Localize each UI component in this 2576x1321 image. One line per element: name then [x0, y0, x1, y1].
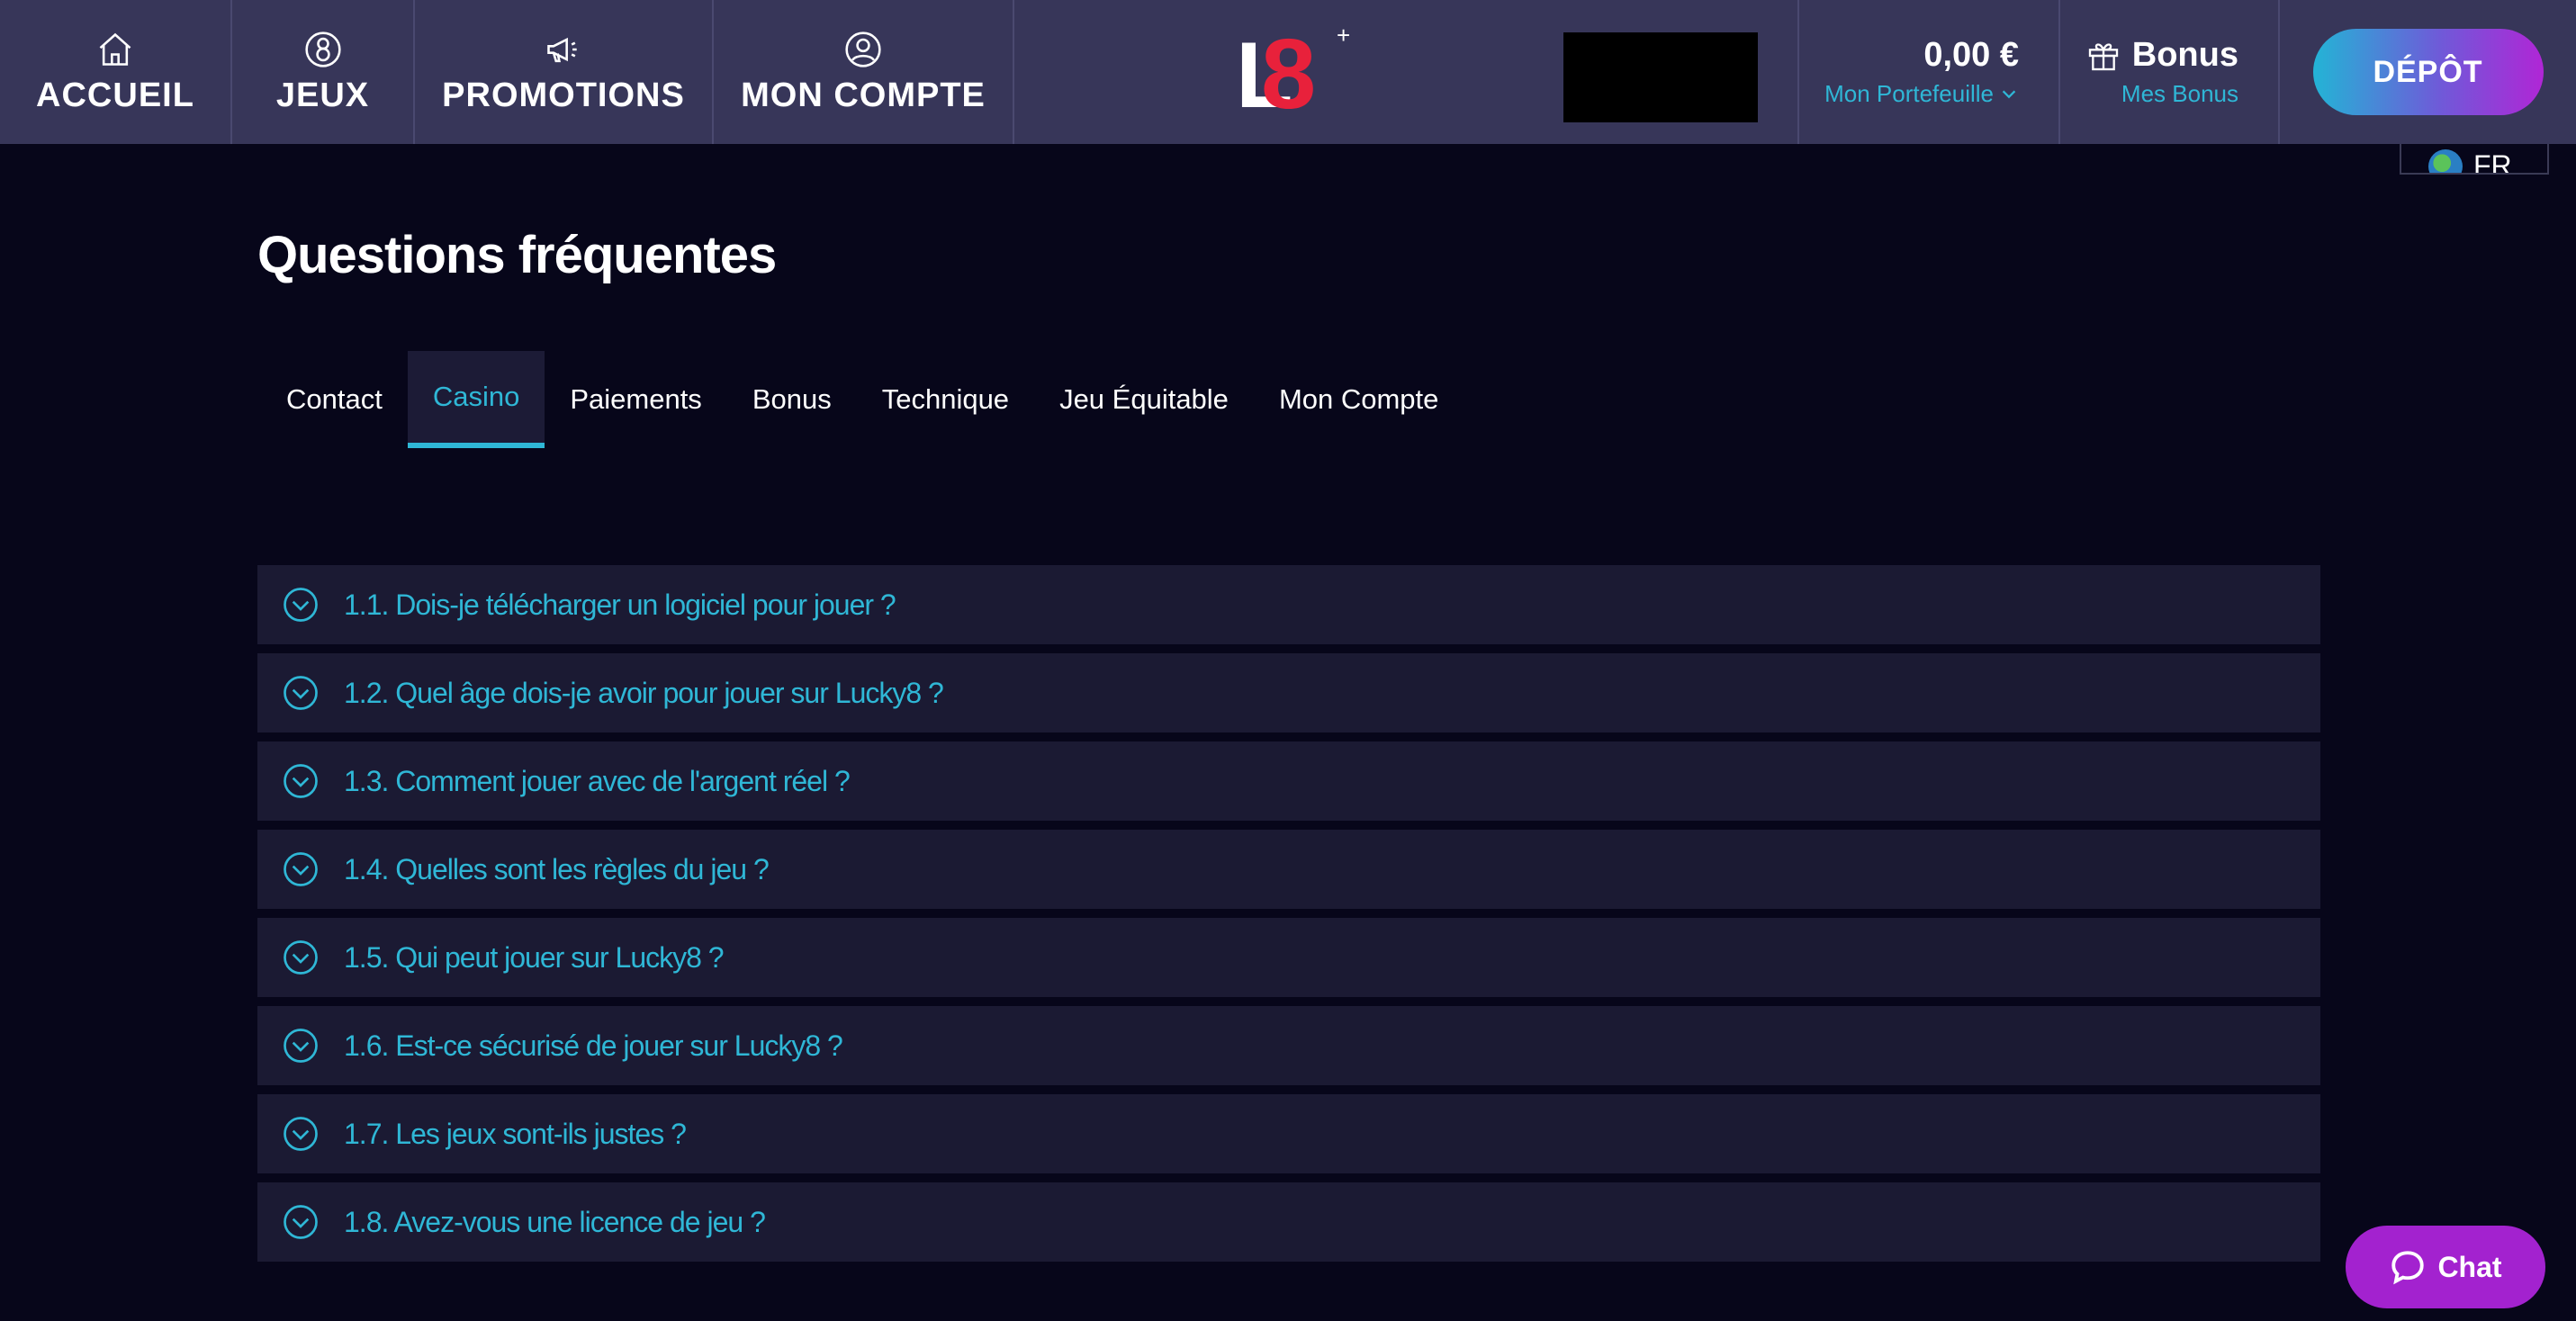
faq-item[interactable]: 1.4. Quelles sont les règles du jeu ? [257, 830, 2320, 909]
page-title: Questions fréquentes [257, 226, 777, 284]
faq-accordion: 1.1. Dois-je télécharger un logiciel pou… [257, 565, 2320, 1271]
globe-flag-icon [2428, 149, 2463, 173]
faq-tabs: Contact Casino Paiements Bonus Technique… [261, 351, 1464, 448]
faq-question: 1.5. Qui peut jouer sur Lucky8 ? [344, 940, 725, 974]
faq-question: 1.7. Les jeux sont-ils justes ? [344, 1117, 687, 1150]
chevron-down-circle-icon [284, 676, 318, 710]
tab-bonus[interactable]: Bonus [727, 351, 857, 448]
faq-item[interactable]: 1.1. Dois-je télécharger un logiciel pou… [257, 565, 2320, 644]
nav-accueil[interactable]: ACCUEIL [0, 0, 232, 144]
language-selector[interactable]: FR [2400, 144, 2549, 175]
chat-bubble-icon [2391, 1251, 2425, 1285]
chevron-down-circle-icon [284, 940, 318, 975]
gift-icon [2088, 42, 2118, 70]
lucky8-logo[interactable]: L 8 + [1236, 22, 1353, 124]
faq-item[interactable]: 1.5. Qui peut jouer sur Lucky8 ? [257, 918, 2320, 997]
nav-promotions-label: PROMOTIONS [442, 76, 685, 114]
tab-jeu-equitable[interactable]: Jeu Équitable [1034, 351, 1254, 448]
faq-item[interactable]: 1.3. Comment jouer avec de l'argent réel… [257, 741, 2320, 821]
language-code: FR [2473, 149, 2512, 175]
nav-mon-compte[interactable]: MON COMPTE [714, 0, 1014, 144]
chevron-down-circle-icon [284, 1205, 318, 1239]
logo-number: 8 [1261, 19, 1317, 130]
user-circle-icon [845, 31, 881, 67]
tab-mon-compte[interactable]: Mon Compte [1254, 351, 1464, 448]
faq-item[interactable]: 1.2. Quel âge dois-je avoir pour jouer s… [257, 653, 2320, 732]
faq-question: 1.3. Comment jouer avec de l'argent réel… [344, 764, 851, 797]
tab-technique[interactable]: Technique [857, 351, 1034, 448]
faq-item[interactable]: 1.7. Les jeux sont-ils justes ? [257, 1094, 2320, 1173]
chevron-down-circle-icon [284, 852, 318, 886]
faq-item[interactable]: 1.8. Avez-vous une licence de jeu ? [257, 1182, 2320, 1262]
top-navigation-bar: ACCUEIL JEUX PROMOTIONS MON COMPTE L 8 +… [0, 0, 2576, 144]
bonus-menu[interactable]: Bonus Mes Bonus [2060, 0, 2280, 144]
nav-promotions[interactable]: PROMOTIONS [415, 0, 714, 144]
faq-question: 1.6. Est-ce sécurisé de jouer sur Lucky8… [344, 1029, 843, 1062]
nav-jeux-label: JEUX [275, 76, 370, 114]
chat-label: Chat [2437, 1250, 2502, 1283]
logo-area: L 8 + [1014, 0, 1799, 144]
faq-question: 1.4. Quelles sont les règles du jeu ? [344, 852, 770, 885]
deposit-area: DÉPÔT [2280, 0, 2576, 144]
chat-button[interactable]: Chat [2346, 1226, 2545, 1308]
faq-item[interactable]: 1.6. Est-ce sécurisé de jouer sur Lucky8… [257, 1006, 2320, 1085]
faq-question: 1.1. Dois-je télécharger un logiciel pou… [344, 588, 896, 621]
wallet-amount: 0,00 € [1923, 36, 2019, 74]
bonus-label: Mes Bonus [2121, 80, 2238, 107]
home-icon [99, 32, 131, 66]
chevron-down-icon [2002, 90, 2016, 98]
megaphone-icon [547, 37, 577, 62]
wallet-label: Mon Portefeuille [1824, 80, 1994, 107]
nav-jeux[interactable]: JEUX [232, 0, 415, 144]
redacted-block [1563, 32, 1758, 122]
faq-question: 1.2. Quel âge dois-je avoir pour jouer s… [344, 676, 944, 709]
chevron-down-circle-icon [284, 588, 318, 622]
tab-contact[interactable]: Contact [261, 351, 408, 448]
eight-icon [304, 31, 341, 67]
nav-accueil-label: ACCUEIL [36, 76, 194, 114]
chevron-down-circle-icon [284, 1029, 318, 1063]
nav-mon-compte-label: MON COMPTE [741, 76, 986, 114]
logo-plus-mark: + [1337, 22, 1351, 49]
faq-question: 1.8. Avez-vous une licence de jeu ? [344, 1205, 766, 1238]
bonus-title: Bonus [2131, 36, 2238, 74]
chevron-down-circle-icon [284, 1117, 318, 1151]
wallet-menu[interactable]: 0,00 € Mon Portefeuille [1799, 0, 2060, 144]
tab-casino[interactable]: Casino [407, 351, 545, 448]
tab-paiements[interactable]: Paiements [545, 351, 726, 448]
chevron-down-circle-icon [284, 764, 318, 798]
wallet-dropdown[interactable]: Mon Portefeuille [1824, 80, 2019, 108]
deposit-button[interactable]: DÉPÔT [2312, 29, 2544, 115]
